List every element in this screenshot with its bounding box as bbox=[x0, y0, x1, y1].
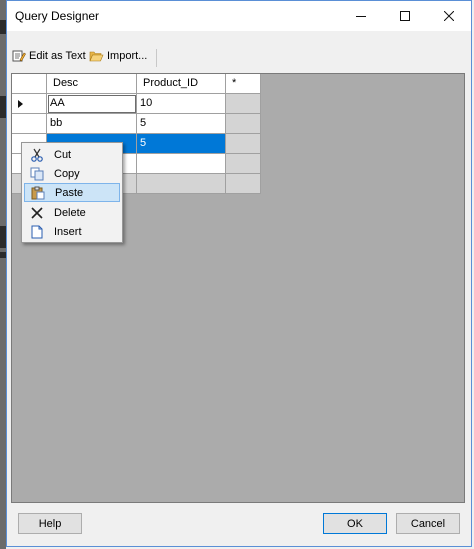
import-label: Import... bbox=[107, 50, 148, 62]
cell-product-id[interactable]: 5 bbox=[137, 134, 226, 154]
menu-item-label: Insert bbox=[54, 225, 82, 238]
menu-item-label: Delete bbox=[54, 206, 86, 219]
column-header-star[interactable]: * bbox=[226, 74, 261, 94]
cell-star[interactable] bbox=[226, 134, 261, 154]
edit-as-text-button[interactable]: Edit as Text bbox=[12, 46, 86, 66]
cell-desc[interactable]: AA bbox=[47, 94, 137, 114]
x-icon bbox=[31, 206, 43, 219]
close-button[interactable] bbox=[427, 1, 471, 31]
toolbar-separator bbox=[156, 49, 157, 67]
grid-cell[interactable] bbox=[137, 174, 226, 194]
menu-item-paste[interactable]: Paste bbox=[24, 183, 120, 202]
minimize-button[interactable] bbox=[339, 1, 383, 31]
document-icon bbox=[31, 225, 43, 238]
current-row-triangle-icon bbox=[18, 100, 23, 108]
menu-item-label: Cut bbox=[54, 148, 72, 161]
minimize-icon bbox=[356, 16, 366, 17]
menu-item-label: Paste bbox=[55, 186, 84, 199]
cell-product-id[interactable]: 5 bbox=[137, 114, 226, 134]
cell-desc[interactable]: bb bbox=[47, 114, 137, 134]
maximize-icon bbox=[400, 11, 410, 21]
new-row-cell-star[interactable] bbox=[226, 154, 261, 174]
menu-item-label: Copy bbox=[54, 167, 80, 180]
ok-button[interactable]: OK bbox=[323, 513, 387, 534]
column-header-desc[interactable]: Desc bbox=[47, 74, 137, 94]
paste-icon bbox=[31, 186, 45, 199]
menu-item-copy[interactable]: Copy bbox=[24, 164, 120, 183]
cancel-button[interactable]: Cancel bbox=[396, 513, 460, 534]
cell-star[interactable] bbox=[226, 114, 261, 134]
query-designer-dialog: Query Designer Edit as Text Import... De… bbox=[6, 0, 472, 547]
menu-item-delete[interactable]: Delete bbox=[24, 203, 120, 222]
cell-star[interactable] bbox=[226, 94, 261, 114]
window-title: Query Designer bbox=[15, 9, 100, 23]
context-menu: Cut Copy Paste Delete Insert bbox=[21, 142, 123, 243]
folder-open-icon bbox=[89, 51, 104, 62]
copy-icon bbox=[30, 167, 44, 180]
cell-product-id[interactable]: 10 bbox=[137, 94, 226, 114]
column-header-product-id[interactable]: Product_ID bbox=[137, 74, 226, 94]
toolbar: Edit as Text Import... bbox=[7, 42, 471, 68]
query-results-grid[interactable]: Desc Product_ID * AA 10 bb 5 5 bbox=[11, 73, 465, 503]
menu-item-cut[interactable]: Cut bbox=[24, 145, 120, 164]
grid-cell[interactable] bbox=[226, 174, 261, 194]
scissors-icon bbox=[31, 148, 43, 162]
grid-corner-cell bbox=[12, 74, 47, 94]
menu-item-insert[interactable]: Insert bbox=[24, 222, 120, 241]
new-row-cell-product-id[interactable] bbox=[137, 154, 226, 174]
row-header[interactable] bbox=[12, 114, 47, 134]
close-icon bbox=[444, 11, 454, 21]
edit-as-text-label: Edit as Text bbox=[29, 50, 86, 62]
import-button[interactable]: Import... bbox=[89, 46, 147, 66]
title-bar: Query Designer bbox=[7, 1, 471, 31]
help-button[interactable]: Help bbox=[18, 513, 82, 534]
maximize-button[interactable] bbox=[383, 1, 427, 31]
row-header[interactable] bbox=[12, 94, 47, 114]
edit-text-icon bbox=[12, 50, 26, 62]
